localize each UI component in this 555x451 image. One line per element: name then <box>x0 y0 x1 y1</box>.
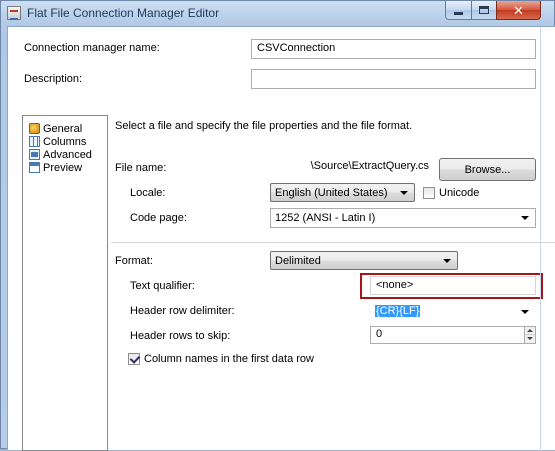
header-rows-skip-stepper[interactable]: 0 <box>370 326 536 344</box>
maximize-button[interactable] <box>471 1 497 20</box>
code-page-dropdown[interactable]: 1252 (ANSI - Latin I) <box>270 208 536 228</box>
conn-name-label: Connection manager name: <box>24 42 160 54</box>
header-row-delim-label: Header row delimiter: <box>130 305 235 317</box>
unicode-checkbox[interactable] <box>423 187 435 199</box>
column-names-label: Column names in the first data row <box>144 353 314 365</box>
nav-item-label: Columns <box>43 135 87 148</box>
header-rows-skip-value: 0 <box>376 328 383 340</box>
general-icon <box>29 123 40 134</box>
chevron-down-icon <box>521 216 529 220</box>
nav-item-preview[interactable]: Preview <box>29 161 82 174</box>
maximize-icon <box>479 6 489 14</box>
file-name-label: File name: <box>115 162 167 174</box>
right-edge <box>540 27 541 451</box>
close-icon: ✕ <box>513 2 524 18</box>
nav-item-advanced[interactable]: Advanced <box>29 148 92 161</box>
advanced-icon <box>29 149 40 160</box>
column-names-checkbox[interactable] <box>128 353 140 365</box>
dialog-window: Flat File Connection Manager Editor ✕ Co… <box>0 0 555 451</box>
window-title: Flat File Connection Manager Editor <box>27 6 220 20</box>
file-name-input[interactable]: \Source\ExtractQuery.cs <box>259 157 435 179</box>
locale-dropdown[interactable]: English (United States) <box>270 183 415 202</box>
unicode-label: Unicode <box>439 187 480 199</box>
format-value: Delimited <box>275 255 321 267</box>
chevron-down-icon <box>443 259 451 263</box>
conn-name-input[interactable]: CSVConnection <box>251 39 536 59</box>
code-page-label: Code page: <box>130 212 187 224</box>
chevron-down-icon <box>521 310 529 314</box>
nav-item-label: Advanced <box>43 148 92 161</box>
nav-item-label: Preview <box>43 161 83 174</box>
nav-item-columns[interactable]: Columns <box>29 135 86 148</box>
title-bar[interactable]: Flat File Connection Manager Editor ✕ <box>1 1 555 26</box>
dialog-client-area: Connection manager name: CSVConnection D… <box>7 26 555 451</box>
nav-item-general[interactable]: General <box>29 122 82 135</box>
format-dropdown[interactable]: Delimited <box>270 251 458 270</box>
header-row-delim-dropdown[interactable]: {CR}{LF} <box>370 302 536 321</box>
nav-item-label: General <box>43 122 83 135</box>
section-divider <box>111 242 555 243</box>
spin-down-icon[interactable] <box>524 335 535 343</box>
preview-icon <box>29 162 40 173</box>
minimize-icon <box>454 11 463 15</box>
close-button[interactable]: ✕ <box>496 1 541 20</box>
description-label: Description: <box>24 73 83 85</box>
format-label: Format: <box>115 255 153 267</box>
text-qualifier-label: Text qualifier: <box>130 280 195 292</box>
chevron-down-icon <box>400 191 408 195</box>
locale-label: Locale: <box>130 187 166 199</box>
minimize-button[interactable] <box>445 1 472 20</box>
code-page-value: 1252 (ANSI - Latin I) <box>275 212 376 224</box>
header-rows-skip-label: Header rows to skip: <box>130 330 231 342</box>
nav-panel: General Columns Advanced Preview <box>22 115 108 451</box>
header-row-delim-value: {CR}{LF} <box>375 305 421 317</box>
description-input[interactable] <box>251 69 536 89</box>
spin-up-icon[interactable] <box>524 327 535 335</box>
app-icon <box>7 6 21 20</box>
text-qualifier-input[interactable]: <none> <box>370 276 536 295</box>
locale-value: English (United States) <box>275 187 388 199</box>
browse-button[interactable]: Browse... <box>439 158 536 181</box>
columns-icon <box>29 136 40 147</box>
instruction-text: Select a file and specify the file prope… <box>115 120 413 132</box>
